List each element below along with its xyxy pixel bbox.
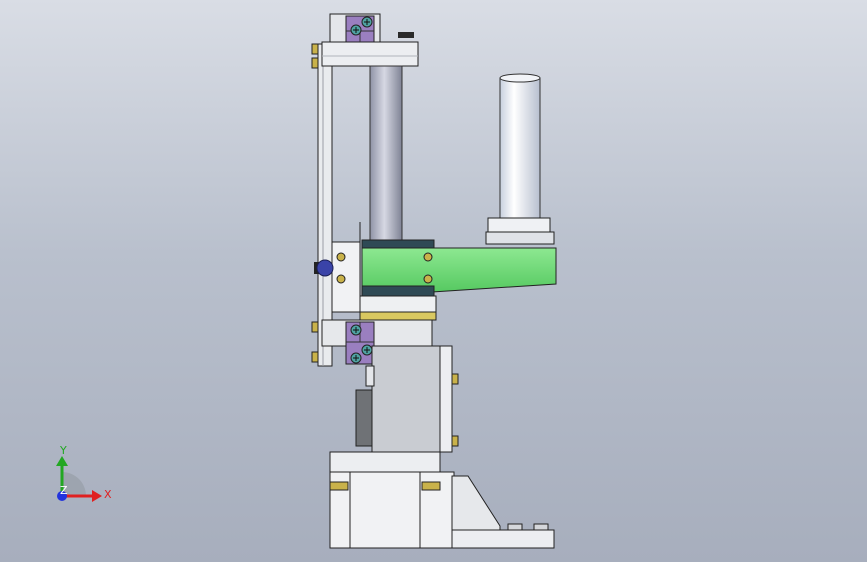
- base-assembly: [329, 451, 555, 549]
- vertical-back-plate: [317, 43, 333, 367]
- model-canvas[interactable]: Y X Z: [0, 0, 867, 562]
- screw-icon: [350, 24, 362, 36]
- screw-icon: [361, 344, 373, 356]
- coordinate-triad: Y X Z: [56, 444, 112, 502]
- triad-z-label: Z: [60, 484, 68, 497]
- triad-y-label: Y: [59, 444, 67, 457]
- knob-icon: [398, 32, 414, 38]
- base-foot: [451, 529, 555, 549]
- screw-icon: [350, 352, 362, 364]
- support-rib: [451, 475, 501, 533]
- dark-collar-bottom: [361, 285, 435, 297]
- knob-icon: [314, 259, 334, 277]
- vertical-guide-rod: [369, 65, 403, 247]
- pneumatic-cylinder-tube: [485, 73, 555, 245]
- green-swing-arm: [361, 239, 557, 297]
- cad-viewport[interactable]: Y X Z: [0, 0, 867, 562]
- triad-x-label: X: [104, 488, 112, 501]
- screw-icon: [350, 324, 362, 336]
- column-slot: [355, 389, 373, 447]
- lower-collar: [359, 295, 437, 321]
- screw-icon: [361, 16, 373, 28]
